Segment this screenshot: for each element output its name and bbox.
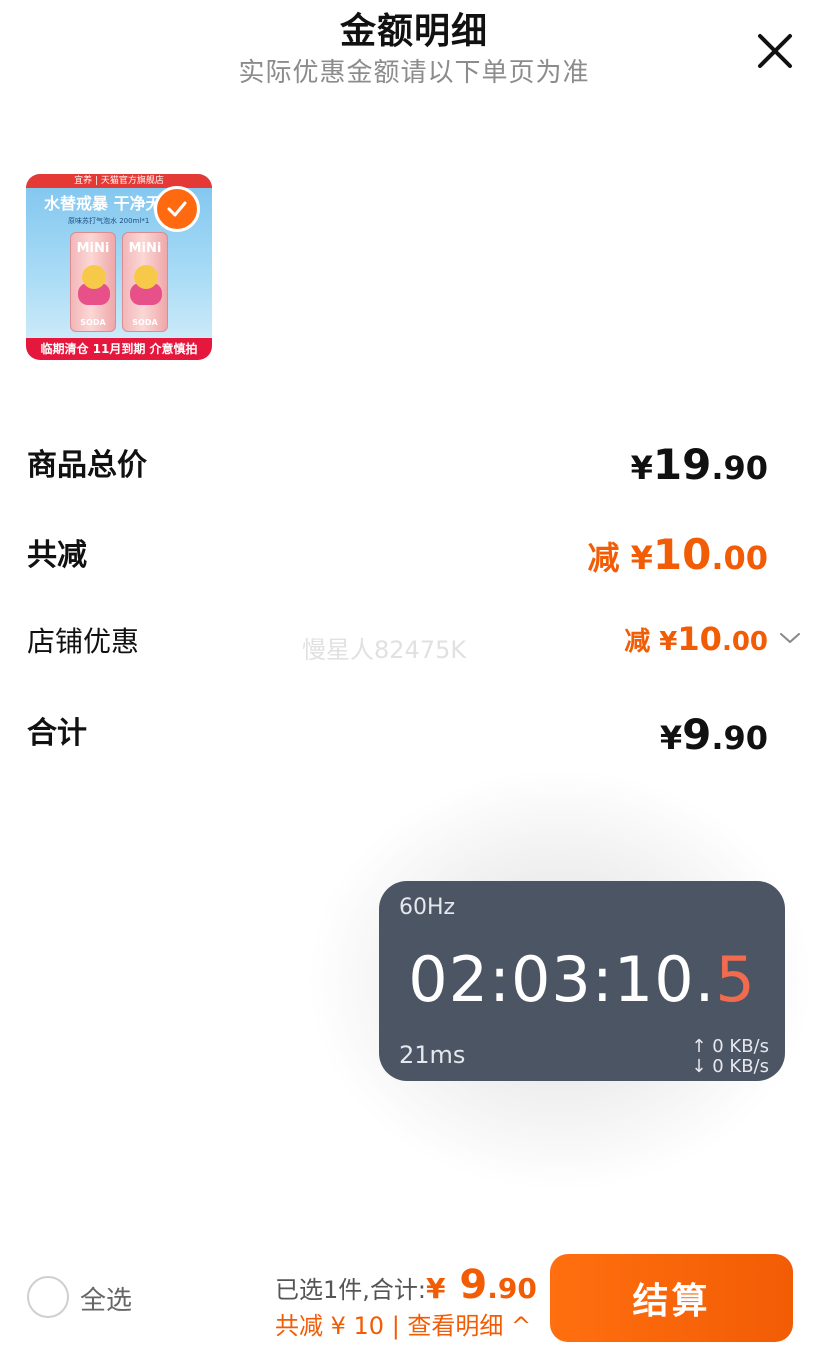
summary-currency: ¥ (425, 1272, 446, 1305)
download-speed: ↓ 0 KB/s (691, 1056, 769, 1077)
select-all-label[interactable]: 全选 (80, 1280, 132, 1317)
header: 金额明细 实际优惠金额请以下单页为准 (0, 0, 828, 100)
sum-currency: ¥ (659, 719, 683, 757)
total-discount-value: 减 ¥10.00 (587, 530, 768, 579)
selected-summary: 已选1件,合计:¥ 9.90 (275, 1262, 537, 1308)
timer-main: 02:03:10. (408, 943, 716, 1016)
product-expiry-banner: 临期清仓 11月到期 介意慎拍 (26, 338, 212, 360)
total-discount-label: 共减 (27, 538, 87, 573)
can-label: SODA (132, 318, 158, 327)
product-can: MiNi SODA (122, 232, 168, 332)
can-brand: MiNi (76, 241, 110, 256)
product-can: MiNi SODA (70, 232, 116, 332)
selected-count-text: 已选1件,合计: (275, 1276, 426, 1304)
total-price-label: 商品总价 (27, 448, 147, 483)
store-discount-value[interactable]: 减 ¥10.00 (624, 620, 768, 658)
can-illustration-face (134, 265, 158, 289)
summary-decimal: .90 (487, 1272, 537, 1305)
checkout-button[interactable]: 结算 (550, 1254, 793, 1342)
timer-last-digit: 5 (715, 943, 756, 1016)
latency: 21ms (399, 1041, 466, 1069)
sum-label: 合计 (27, 716, 87, 751)
sum-integer: 9 (682, 710, 712, 759)
refresh-rate: 60Hz (399, 895, 456, 920)
total-price-integer: 19 (652, 440, 712, 489)
total-discount-prefix: 减 ¥ (587, 539, 653, 577)
store-discount-decimal: .00 (721, 627, 768, 657)
store-discount-integer: 10 (677, 620, 722, 658)
floating-timer-overlay[interactable]: 60Hz 02:03:10.5 21ms ↑ 0 KB/s ↓ 0 KB/s (379, 881, 785, 1081)
can-label: SODA (80, 318, 106, 327)
store-discount-expand[interactable] (778, 628, 802, 648)
watermark: 慢星人82475K (302, 636, 467, 664)
close-icon (758, 34, 792, 68)
network-speed: ↑ 0 KB/s ↓ 0 KB/s (691, 1037, 769, 1077)
product-store-banner: 宜养 | 天猫官方旗舰店 (26, 174, 212, 188)
timer-display: 02:03:10.5 (379, 943, 785, 1016)
chevron-down-icon (780, 633, 800, 643)
bottom-bar: 全选 已选1件,合计:¥ 9.90 共减 ¥ 10 | 查看明细 ^ 结算 (0, 1240, 828, 1356)
store-discount-prefix: 减 ¥ (624, 627, 678, 657)
page-title: 金额明细 (339, 11, 488, 52)
total-price-value: ¥19.90 (631, 440, 768, 489)
close-button[interactable] (752, 28, 798, 74)
can-brand: MiNi (128, 241, 162, 256)
total-discount-integer: 10 (652, 530, 712, 579)
view-details-link[interactable]: 共减 ¥ 10 | 查看明细 ^ (275, 1306, 531, 1341)
total-price-currency: ¥ (630, 449, 653, 487)
summary-integer: 9 (445, 1262, 488, 1308)
store-discount-label: 店铺优惠 (27, 625, 140, 658)
checkmark-icon (167, 201, 187, 217)
page-subtitle: 实际优惠金额请以下单页为准 (238, 58, 590, 88)
select-all-radio[interactable] (27, 1276, 69, 1318)
sum-value: ¥9.90 (660, 710, 768, 759)
total-discount-decimal: .00 (711, 539, 768, 577)
product-checkbox[interactable] (154, 186, 200, 232)
can-illustration-face (82, 265, 106, 289)
total-price-decimal: .90 (711, 449, 768, 487)
upload-speed: ↑ 0 KB/s (691, 1036, 769, 1057)
sum-decimal: .90 (711, 719, 768, 757)
